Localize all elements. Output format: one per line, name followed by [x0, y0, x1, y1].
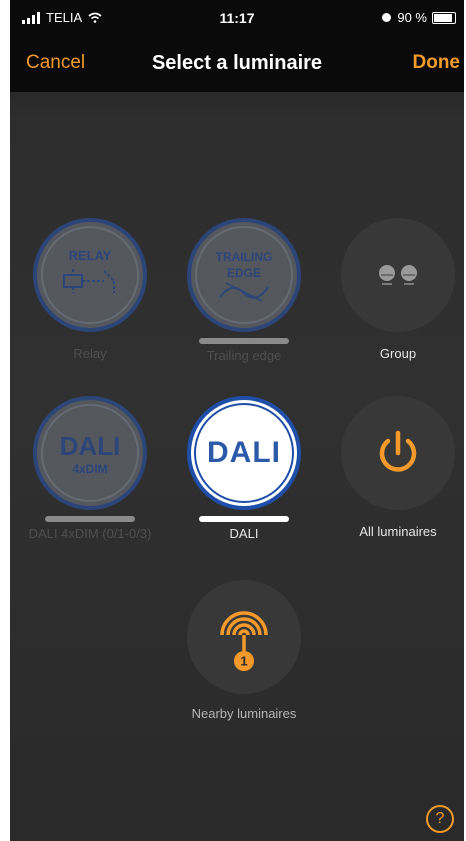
- option-group[interactable]: Group: [328, 218, 464, 361]
- option-nearby-luminaires[interactable]: 1 Nearby luminaires: [174, 580, 314, 721]
- svg-text:RELAY: RELAY: [69, 248, 112, 263]
- cancel-button[interactable]: Cancel: [26, 52, 85, 74]
- dali-4xdim-label: DALI 4xDIM (0/1-0/3): [28, 526, 152, 541]
- dali-selected-indicator: [199, 516, 289, 522]
- dali-icon: DALI: [187, 396, 301, 510]
- power-icon: [341, 396, 455, 510]
- alarm-icon: [382, 13, 392, 22]
- phone-screen: TELIA 11:17 90 % Cancel Select a luminai…: [10, 0, 464, 841]
- battery-group: 90 %: [381, 10, 456, 25]
- nearby-icon: 1: [187, 580, 301, 694]
- relay-icon: RELAY: [33, 218, 147, 332]
- trailing-edge-indicator: [199, 338, 289, 344]
- relay-label: Relay: [73, 346, 107, 361]
- svg-text:TRAILING: TRAILING: [216, 250, 273, 264]
- option-relay[interactable]: RELAY Relay: [20, 218, 160, 361]
- trailing-edge-icon: TRAILING EDGE: [187, 218, 301, 332]
- trailing-edge-label: Trailing edge: [206, 348, 282, 363]
- battery-icon: [432, 11, 456, 24]
- option-dali-4xdim[interactable]: DALI 4xDIM DALI 4xDIM (0/1-0/3): [20, 396, 160, 541]
- question-mark-icon[interactable]: ?: [426, 805, 454, 833]
- svg-text:1: 1: [240, 654, 247, 669]
- option-all-luminaires[interactable]: All luminaires: [328, 396, 464, 539]
- dali-4xdim-indicator: [45, 516, 135, 522]
- dali-icon-text: DALI: [207, 436, 281, 469]
- group-icon: [341, 218, 455, 332]
- done-button[interactable]: Done: [413, 52, 461, 74]
- dali-4xdim-icon: DALI 4xDIM: [33, 396, 147, 510]
- dali-label: DALI: [229, 526, 259, 541]
- battery-percent: 90 %: [397, 10, 427, 25]
- svg-text:DALI: DALI: [60, 431, 121, 461]
- option-trailing-edge[interactable]: TRAILING EDGE Trailing edge: [174, 218, 314, 363]
- svg-text:4xDIM: 4xDIM: [72, 462, 107, 476]
- svg-text:EDGE: EDGE: [227, 266, 261, 280]
- navigation-bar: Cancel Select a luminaire Done: [10, 36, 464, 92]
- all-luminaires-label: All luminaires: [359, 524, 437, 539]
- group-label: Group: [379, 346, 417, 361]
- status-bar: TELIA 11:17 90 %: [10, 0, 464, 36]
- option-dali[interactable]: DALI DALI: [174, 396, 314, 541]
- nearby-luminaires-label: Nearby luminaires: [191, 706, 297, 721]
